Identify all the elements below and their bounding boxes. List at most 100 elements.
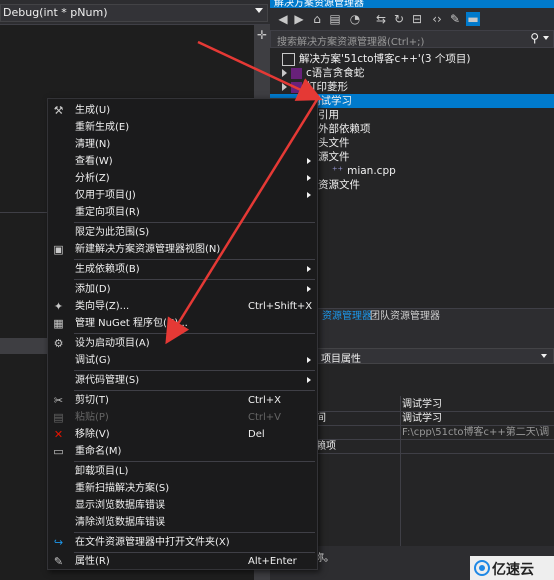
menu-item-clean[interactable]: 清理(N) <box>48 136 317 153</box>
submenu-arrow-icon <box>307 377 311 383</box>
expand-icon[interactable] <box>282 69 287 77</box>
menu-item-properties[interactable]: ✎ 属性(R) Alt+Enter <box>48 553 317 570</box>
menu-item-view[interactable]: 查看(W) <box>48 153 317 170</box>
tab-team-explorer[interactable]: 团队资源管理器 <box>366 309 444 325</box>
submenu-arrow-icon <box>307 266 311 272</box>
tree-project-label: 打印菱形 <box>306 81 348 93</box>
properties-wrench-icon[interactable]: ✎ <box>448 12 462 26</box>
class-wizard-icon: ✦ <box>53 300 64 313</box>
menu-item-rename[interactable]: ▭ 重命名(M) <box>48 443 317 460</box>
switch-views-icon[interactable]: ▤ <box>328 12 342 26</box>
preview-selected-icon[interactable]: ▬ <box>466 12 480 26</box>
forward-icon[interactable]: ▶ <box>292 12 306 26</box>
code-view-icon[interactable]: ‹› <box>430 12 444 26</box>
menu-item-label: 属性(R) <box>75 556 110 567</box>
paste-icon: ▤ <box>53 411 64 424</box>
menu-item-label: 粘贴(P) <box>75 412 109 423</box>
back-icon[interactable]: ◀ <box>276 12 290 26</box>
menu-item-paste[interactable]: ▤ 粘贴(P) Ctrl+V <box>48 409 317 426</box>
submenu-arrow-icon <box>307 357 311 363</box>
menu-item-label: 分析(Z) <box>75 173 110 184</box>
submenu-arrow-icon <box>307 175 311 181</box>
menu-item-label: 仅用于项目(J) <box>75 190 136 201</box>
menu-item-nuget[interactable]: ▦ 管理 NuGet 程序包(N)... <box>48 315 317 332</box>
tree-solution-label: 解决方案'51cto博客c++'(3 个项目) <box>299 53 471 65</box>
menu-item-set-startup[interactable]: ⚙ 设为启动项目(A) <box>48 335 317 352</box>
menu-item-shortcut: Ctrl+Shift+X <box>248 301 313 312</box>
properties-icon: ✎ <box>53 555 64 568</box>
menu-item-analyze[interactable]: 分析(Z) <box>48 170 317 187</box>
submenu-arrow-icon <box>307 192 311 198</box>
tree-item-resource-files[interactable]: 资源文件 <box>318 178 360 192</box>
collapse-all-icon[interactable]: ⊟ <box>410 12 424 26</box>
menu-item-retarget[interactable]: 重定向项目(R) <box>48 204 317 221</box>
search-options-icon[interactable] <box>543 36 549 40</box>
tree-item-mian-cpp[interactable]: ⁺⁺ mian.cpp <box>332 164 396 178</box>
menu-separator <box>74 390 315 391</box>
refresh-icon[interactable]: ↻ <box>392 12 406 26</box>
expand-icon[interactable] <box>282 83 287 91</box>
menu-item-rebuild[interactable]: 重新生成(E) <box>48 119 317 136</box>
menu-item-add[interactable]: 添加(D) <box>48 281 317 298</box>
solution-search-box[interactable]: 搜索解决方案资源管理器(Ctrl+;) ⚲ <box>270 30 554 48</box>
menu-item-cut[interactable]: ✂ 剪切(T) Ctrl+X <box>48 392 317 409</box>
menu-item-build-dependencies[interactable]: 生成依赖项(B) <box>48 261 317 278</box>
split-icon[interactable]: ✛ <box>257 28 267 42</box>
chevron-down-icon <box>541 354 547 358</box>
new-view-icon: ▣ <box>53 243 64 256</box>
menu-separator <box>74 461 315 462</box>
menu-item-project-only[interactable]: 仅用于项目(J) <box>48 187 317 204</box>
search-icon[interactable]: ⚲ <box>530 31 539 45</box>
menu-item-shortcut: Ctrl+X <box>248 395 282 406</box>
menu-item-source-control[interactable]: 源代码管理(S) <box>48 372 317 389</box>
menu-item-build[interactable]: ⚒ 生成(U) <box>48 102 317 119</box>
solution-icon <box>282 52 295 66</box>
tree-item-source-files[interactable]: 源文件 <box>318 150 350 164</box>
menu-item-clear-db-errors[interactable]: 清除浏览数据库错误 <box>48 514 317 531</box>
menu-item-label: 移除(V) <box>75 429 110 440</box>
menu-item-label: 清除浏览数据库错误 <box>75 517 165 528</box>
tree-item-label: 头文件 <box>318 137 350 149</box>
tree-solution[interactable]: 解决方案'51cto博客c++'(3 个项目) <box>282 52 471 66</box>
properties-object-label: 项目属性 <box>321 354 361 365</box>
menu-item-label: 限定为此范围(S) <box>75 227 150 238</box>
tree-project-diamond[interactable]: 打印菱形 <box>282 80 348 94</box>
property-key: 赖项 <box>316 441 336 452</box>
tree-item-references[interactable]: 引用 <box>318 108 339 122</box>
project-icon <box>291 81 302 93</box>
menu-item-unload-project[interactable]: 卸载项目(L) <box>48 463 317 480</box>
menu-item-label: 生成依赖项(B) <box>75 264 140 275</box>
menu-item-debug[interactable]: 调试(G) <box>48 352 317 369</box>
submenu-arrow-icon <box>307 286 311 292</box>
function-dropdown[interactable]: Debug(int * pNum) <box>0 4 268 22</box>
home-icon[interactable]: ⌂ <box>310 12 324 26</box>
open-folder-icon: ↪ <box>53 536 64 549</box>
menu-item-remove[interactable]: ✕ 移除(V) Del <box>48 426 317 443</box>
menu-item-label: 查看(W) <box>75 156 113 167</box>
tree-item-external-deps[interactable]: 外部依赖项 <box>318 122 371 136</box>
search-placeholder: 搜索解决方案资源管理器(Ctrl+;) <box>277 37 425 48</box>
chevron-down-icon <box>255 8 263 13</box>
menu-item-label: 剪切(T) <box>75 395 109 406</box>
menu-item-label: 调试(G) <box>75 355 111 366</box>
menu-item-show-db-errors[interactable]: 显示浏览数据库错误 <box>48 497 317 514</box>
menu-item-label: 生成(U) <box>75 105 111 116</box>
tree-item-label: 源文件 <box>318 151 350 163</box>
tree-item-header-files[interactable]: 头文件 <box>318 136 350 150</box>
menu-item-scope-to-this[interactable]: 限定为此范围(S) <box>48 224 317 241</box>
tree-project-snake[interactable]: c语言贪食蛇 <box>282 66 364 80</box>
remove-icon: ✕ <box>53 428 64 441</box>
menu-item-new-explorer-view[interactable]: ▣ 新建解决方案资源管理器视图(N) <box>48 241 317 258</box>
menu-item-class-wizard[interactable]: ✦ 类向导(Z)... Ctrl+Shift+X <box>48 298 317 315</box>
menu-item-label: 重新生成(E) <box>75 122 130 133</box>
menu-item-label: 在文件资源管理器中打开文件夹(X) <box>75 537 230 548</box>
menu-item-label: 源代码管理(S) <box>75 375 140 386</box>
menu-item-shortcut: Ctrl+V <box>248 412 282 423</box>
menu-item-shortcut: Del <box>248 429 265 440</box>
nuget-icon: ▦ <box>53 317 64 330</box>
menu-item-rescan-solution[interactable]: 重新扫描解决方案(S) <box>48 480 317 497</box>
pending-changes-icon[interactable]: ◔ <box>348 12 362 26</box>
menu-item-open-in-explorer[interactable]: ↪ 在文件资源管理器中打开文件夹(X) <box>48 534 317 551</box>
watermark-logo: 亿速云 <box>470 556 554 580</box>
sync-icon[interactable]: ⇆ <box>374 12 388 26</box>
